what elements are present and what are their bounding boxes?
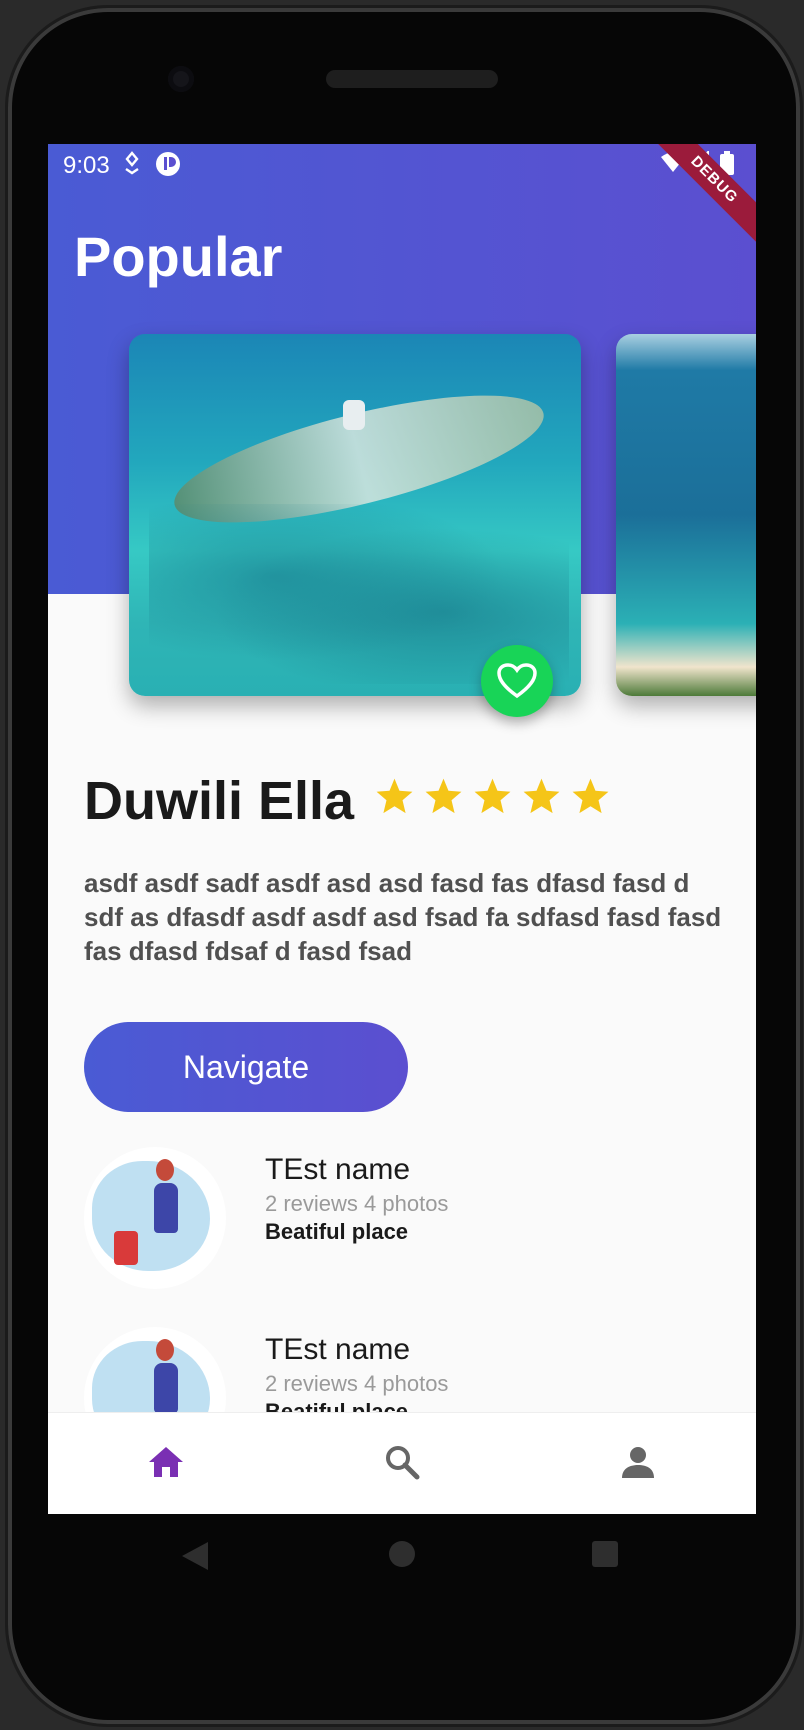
app-notification-icon: [155, 151, 181, 183]
review-comment: Beatiful place: [265, 1219, 409, 1244]
front-camera: [168, 66, 194, 92]
nav-search[interactable]: [377, 1437, 427, 1487]
star-icon: [572, 778, 609, 814]
navigate-button[interactable]: Navigate: [84, 1022, 408, 1112]
recents-icon: [592, 1541, 618, 1567]
star-icon: [425, 778, 462, 814]
page-title: Popular: [74, 225, 283, 288]
debug-banner: DEBUG: [640, 144, 756, 254]
bottom-navigation: [48, 1412, 756, 1514]
home-icon: [149, 1447, 183, 1477]
notification-icon: [122, 151, 142, 181]
system-recents-button[interactable]: [591, 1540, 619, 1573]
status-bar: 9:03 DEBUG: [48, 144, 756, 254]
place-card-image-next[interactable]: [616, 334, 756, 696]
reviewer-name: TEst name: [265, 1333, 411, 1366]
status-time: 9:03: [63, 152, 110, 179]
home-circle-icon: [389, 1541, 415, 1567]
place-description: asdf asdf sadf asdf asd asd fasd fas dfa…: [84, 868, 722, 966]
reviewer-name: TEst name: [265, 1153, 411, 1186]
review-item[interactable]: TEst name 2 reviews 4 photos Beatiful pl…: [84, 1147, 724, 1297]
phone-frame: 9:03 DEBUG Popular Duwili Ella asdf asdf…: [0, 0, 804, 1730]
ship-illustration: [343, 400, 365, 430]
heart-icon: [497, 663, 537, 699]
system-home-button[interactable]: [388, 1540, 416, 1573]
place-card-image[interactable]: [129, 334, 581, 696]
back-icon: [182, 1542, 208, 1570]
nav-home[interactable]: [141, 1437, 191, 1487]
earpiece-speaker: [326, 70, 498, 88]
reviewer-avatar: [84, 1147, 226, 1289]
system-back-button[interactable]: [180, 1540, 210, 1577]
rating-stars: [374, 776, 611, 817]
search-icon: [386, 1446, 420, 1480]
favorite-button[interactable]: [481, 645, 553, 717]
star-icon: [523, 778, 560, 814]
app-screen: 9:03 DEBUG Popular Duwili Ella asdf asdf…: [48, 144, 756, 1514]
star-icon: [376, 778, 413, 814]
nav-profile[interactable]: [613, 1437, 663, 1487]
star-icon: [474, 778, 511, 814]
place-name: Duwili Ella: [84, 771, 355, 831]
person-icon: [622, 1447, 654, 1478]
reviewer-meta: 2 reviews 4 photos: [265, 1191, 449, 1216]
reviewer-meta: 2 reviews 4 photos: [265, 1371, 449, 1396]
